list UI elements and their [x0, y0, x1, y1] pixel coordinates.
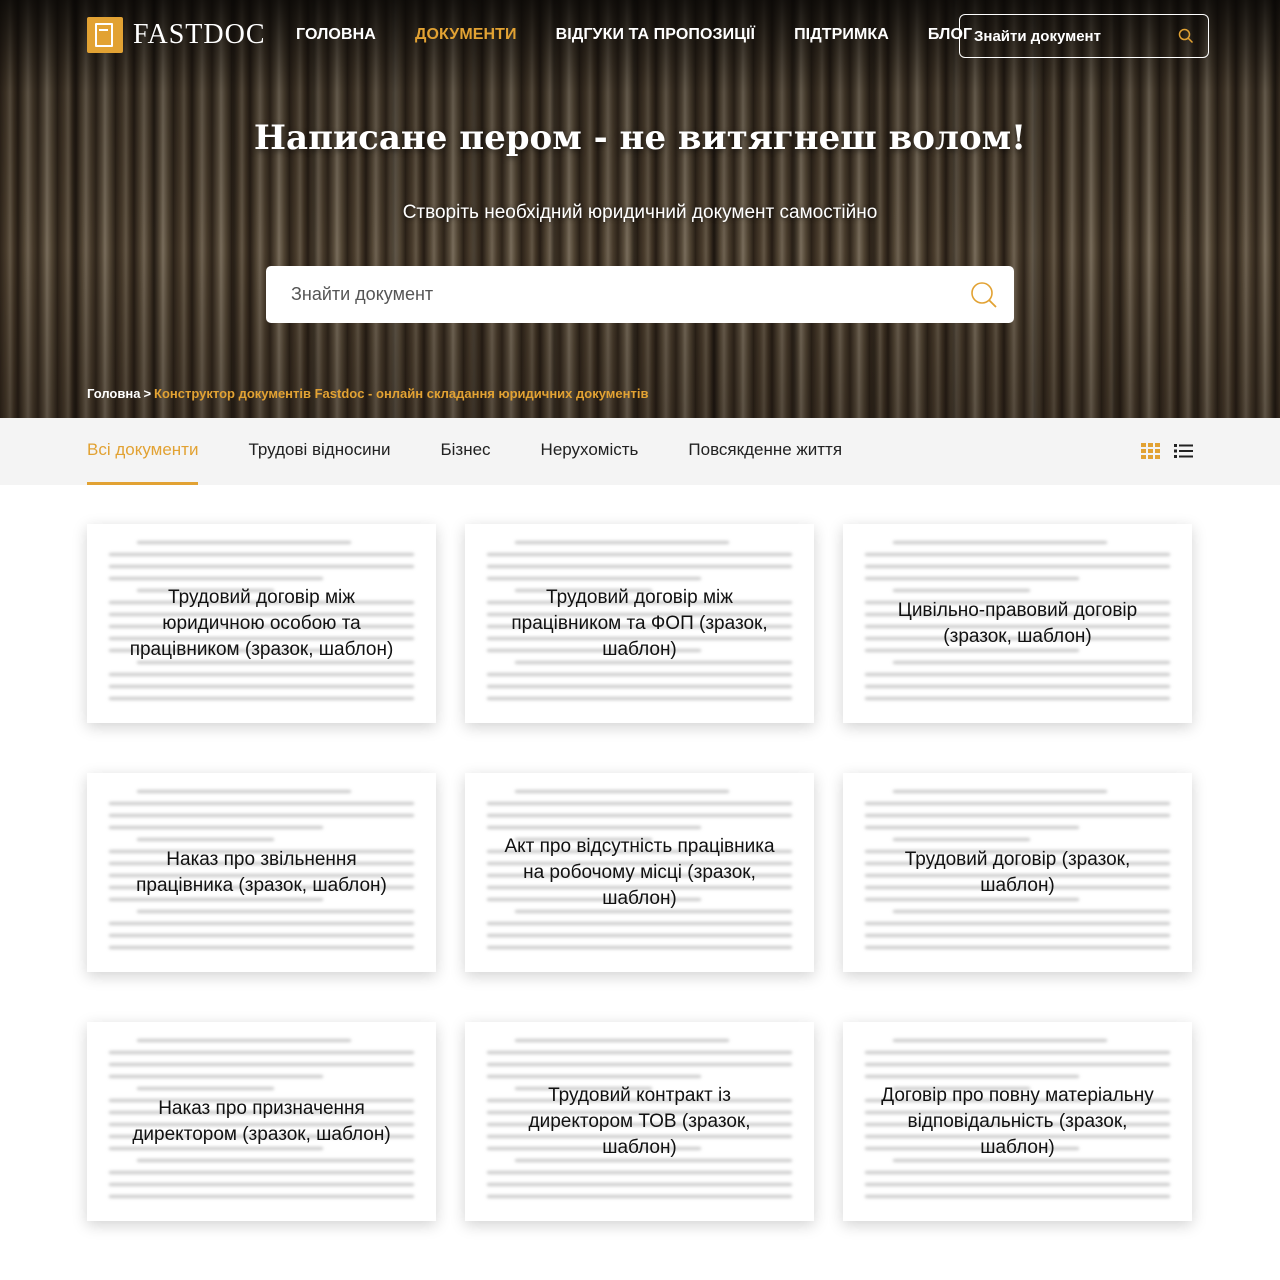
nav-link-reviews[interactable]: ВІДГУКИ ТА ПРОПОЗИЦІЇ — [556, 26, 755, 44]
hero-search-box — [266, 266, 1014, 323]
hero-search-input[interactable] — [291, 284, 931, 305]
document-card[interactable]: Договір про повну матеріальну відповідал… — [843, 1022, 1192, 1221]
nav-link-home[interactable]: ГОЛОВНА — [296, 26, 376, 44]
logo-document-icon — [87, 17, 123, 53]
hero-banner: FASTDOC ГОЛОВНА ДОКУМЕНТИ ВІДГУКИ ТА ПРО… — [0, 0, 1280, 418]
breadcrumb-current: Конструктор документів Fastdoc - онлайн … — [154, 386, 649, 401]
header-search-box — [959, 14, 1209, 58]
document-title: Трудовий договір між працівником та ФОП … — [511, 586, 768, 660]
tab-real-estate[interactable]: Нерухомість — [541, 418, 639, 485]
document-card[interactable]: Цивільно-правовий договір (зразок, шабло… — [843, 524, 1192, 723]
document-card[interactable]: Трудовий контракт із директором ТОВ (зра… — [465, 1022, 814, 1221]
search-icon[interactable] — [970, 281, 998, 313]
nav-link-documents[interactable]: ДОКУМЕНТИ — [415, 26, 517, 44]
view-toggle — [1141, 443, 1193, 459]
grid-view-icon[interactable] — [1141, 443, 1160, 459]
tab-everyday-life[interactable]: Повсякденне життя — [688, 418, 842, 485]
tab-business[interactable]: Бізнес — [440, 418, 490, 485]
document-card[interactable]: Наказ про призначення директором (зразок… — [87, 1022, 436, 1221]
document-title: Акт про відсутність працівника на робочо… — [504, 835, 775, 909]
tab-labor-relations[interactable]: Трудові відносини — [248, 418, 390, 485]
breadcrumb-home-link[interactable]: Головна — [87, 386, 140, 401]
logo[interactable]: FASTDOC — [87, 17, 266, 53]
document-title: Наказ про призначення директором (зразок… — [132, 1097, 391, 1145]
logo-text: FASTDOC — [133, 19, 266, 50]
search-icon[interactable] — [1178, 28, 1194, 48]
header-search-input[interactable] — [974, 27, 1174, 45]
nav-link-support[interactable]: ПІДТРИМКА — [794, 26, 889, 44]
document-title: Трудовий договір (зразок, шаблон) — [904, 848, 1131, 896]
category-filter-bar: Всі документи Трудові відносини Бізнес Н… — [0, 418, 1280, 485]
document-card[interactable]: Трудовий договір між юридичною особою та… — [87, 524, 436, 723]
documents-grid: Трудовий договір між юридичною особою та… — [87, 524, 1193, 1221]
list-view-icon[interactable] — [1174, 443, 1193, 459]
tab-all-documents[interactable]: Всі документи — [87, 418, 199, 485]
breadcrumb: Головна > Конструктор документів Fastdoc -… — [87, 386, 648, 401]
document-card[interactable]: Акт про відсутність працівника на робочо… — [465, 773, 814, 972]
document-card[interactable]: Трудовий договір (зразок, шаблон) — [843, 773, 1192, 972]
hero-title: Написане пером - не витягнеш волом! — [253, 118, 1027, 158]
document-title: Договір про повну матеріальну відповідал… — [881, 1084, 1154, 1158]
document-title: Наказ про звільнення працівника (зразок,… — [136, 848, 387, 896]
hero-subtitle: Створіть необхідний юридичний документ с… — [402, 202, 878, 223]
top-navigation-bar: FASTDOC ГОЛОВНА ДОКУМЕНТИ ВІДГУКИ ТА ПРО… — [0, 0, 1280, 74]
document-card[interactable]: Наказ про звільнення працівника (зразок,… — [87, 773, 436, 972]
document-card[interactable]: Трудовий договір між працівником та ФОП … — [465, 524, 814, 723]
main-nav: ГОЛОВНА ДОКУМЕНТИ ВІДГУКИ ТА ПРОПОЗИЦІЇ … — [296, 26, 1011, 44]
document-title: Цивільно-правовий договір (зразок, шабло… — [897, 599, 1138, 647]
breadcrumb-separator: > — [143, 386, 152, 401]
category-tabs: Всі документи Трудові відносини Бізнес Н… — [87, 418, 892, 485]
document-title: Трудовий договір між юридичною особою та… — [129, 586, 394, 660]
document-title: Трудовий контракт із директором ТОВ (зра… — [528, 1084, 751, 1158]
